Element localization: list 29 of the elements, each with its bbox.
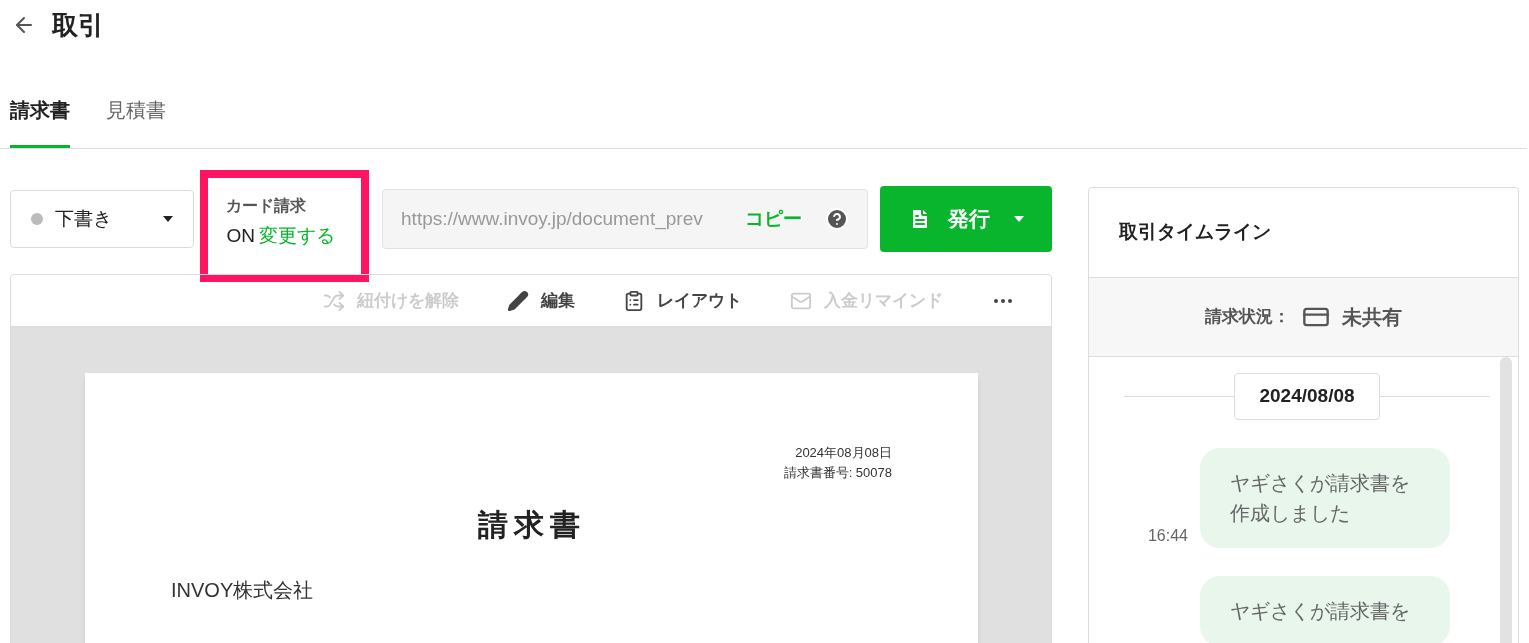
status-value: 未共有	[1342, 305, 1402, 330]
entry-time: 16:44	[1147, 525, 1188, 546]
unlink-icon	[323, 289, 345, 312]
toolbar-button[interactable]: レイアウト	[623, 287, 742, 314]
timeline-title: 取引タイムライン	[1119, 220, 1271, 245]
url-text: https://www.invoy.jp/document_prev	[401, 206, 704, 232]
page-title: 取引	[52, 8, 104, 42]
card-billing-label: カード請求	[226, 196, 308, 216]
change-link[interactable]: 変更する	[258, 222, 335, 251]
toolbar-button[interactable]: 編集	[507, 287, 575, 314]
tab[interactable]: 見積書	[106, 95, 166, 148]
caret-icon	[163, 216, 174, 222]
date-label: 2024/08/08	[1234, 373, 1380, 420]
company-name: INVOY株式会社	[171, 578, 315, 603]
status-label: 請求状況：	[1205, 306, 1290, 329]
invoice-date: 2024年08月08日	[795, 444, 892, 462]
share-url-field[interactable]: https://www.invoy.jp/document_prev コピー	[382, 189, 868, 249]
caret-icon	[1013, 216, 1024, 222]
timeline-message: ヤギさくが請求書を	[1200, 575, 1450, 643]
status-dropdown[interactable]: 下書き	[10, 190, 195, 248]
card-billing-state: ON	[226, 224, 255, 248]
help-icon[interactable]	[824, 207, 849, 231]
copy-button[interactable]: コピー	[745, 204, 803, 234]
tab[interactable]: 請求書	[10, 95, 70, 148]
invoice-title: 請求書	[477, 507, 586, 543]
invoice-number: 請求書番号: 50078	[783, 463, 892, 482]
timeline-message: ヤギさくが請求書を作成しました	[1200, 447, 1450, 548]
issue-button[interactable]: 発行	[879, 186, 1052, 252]
pencil-icon	[507, 289, 529, 312]
